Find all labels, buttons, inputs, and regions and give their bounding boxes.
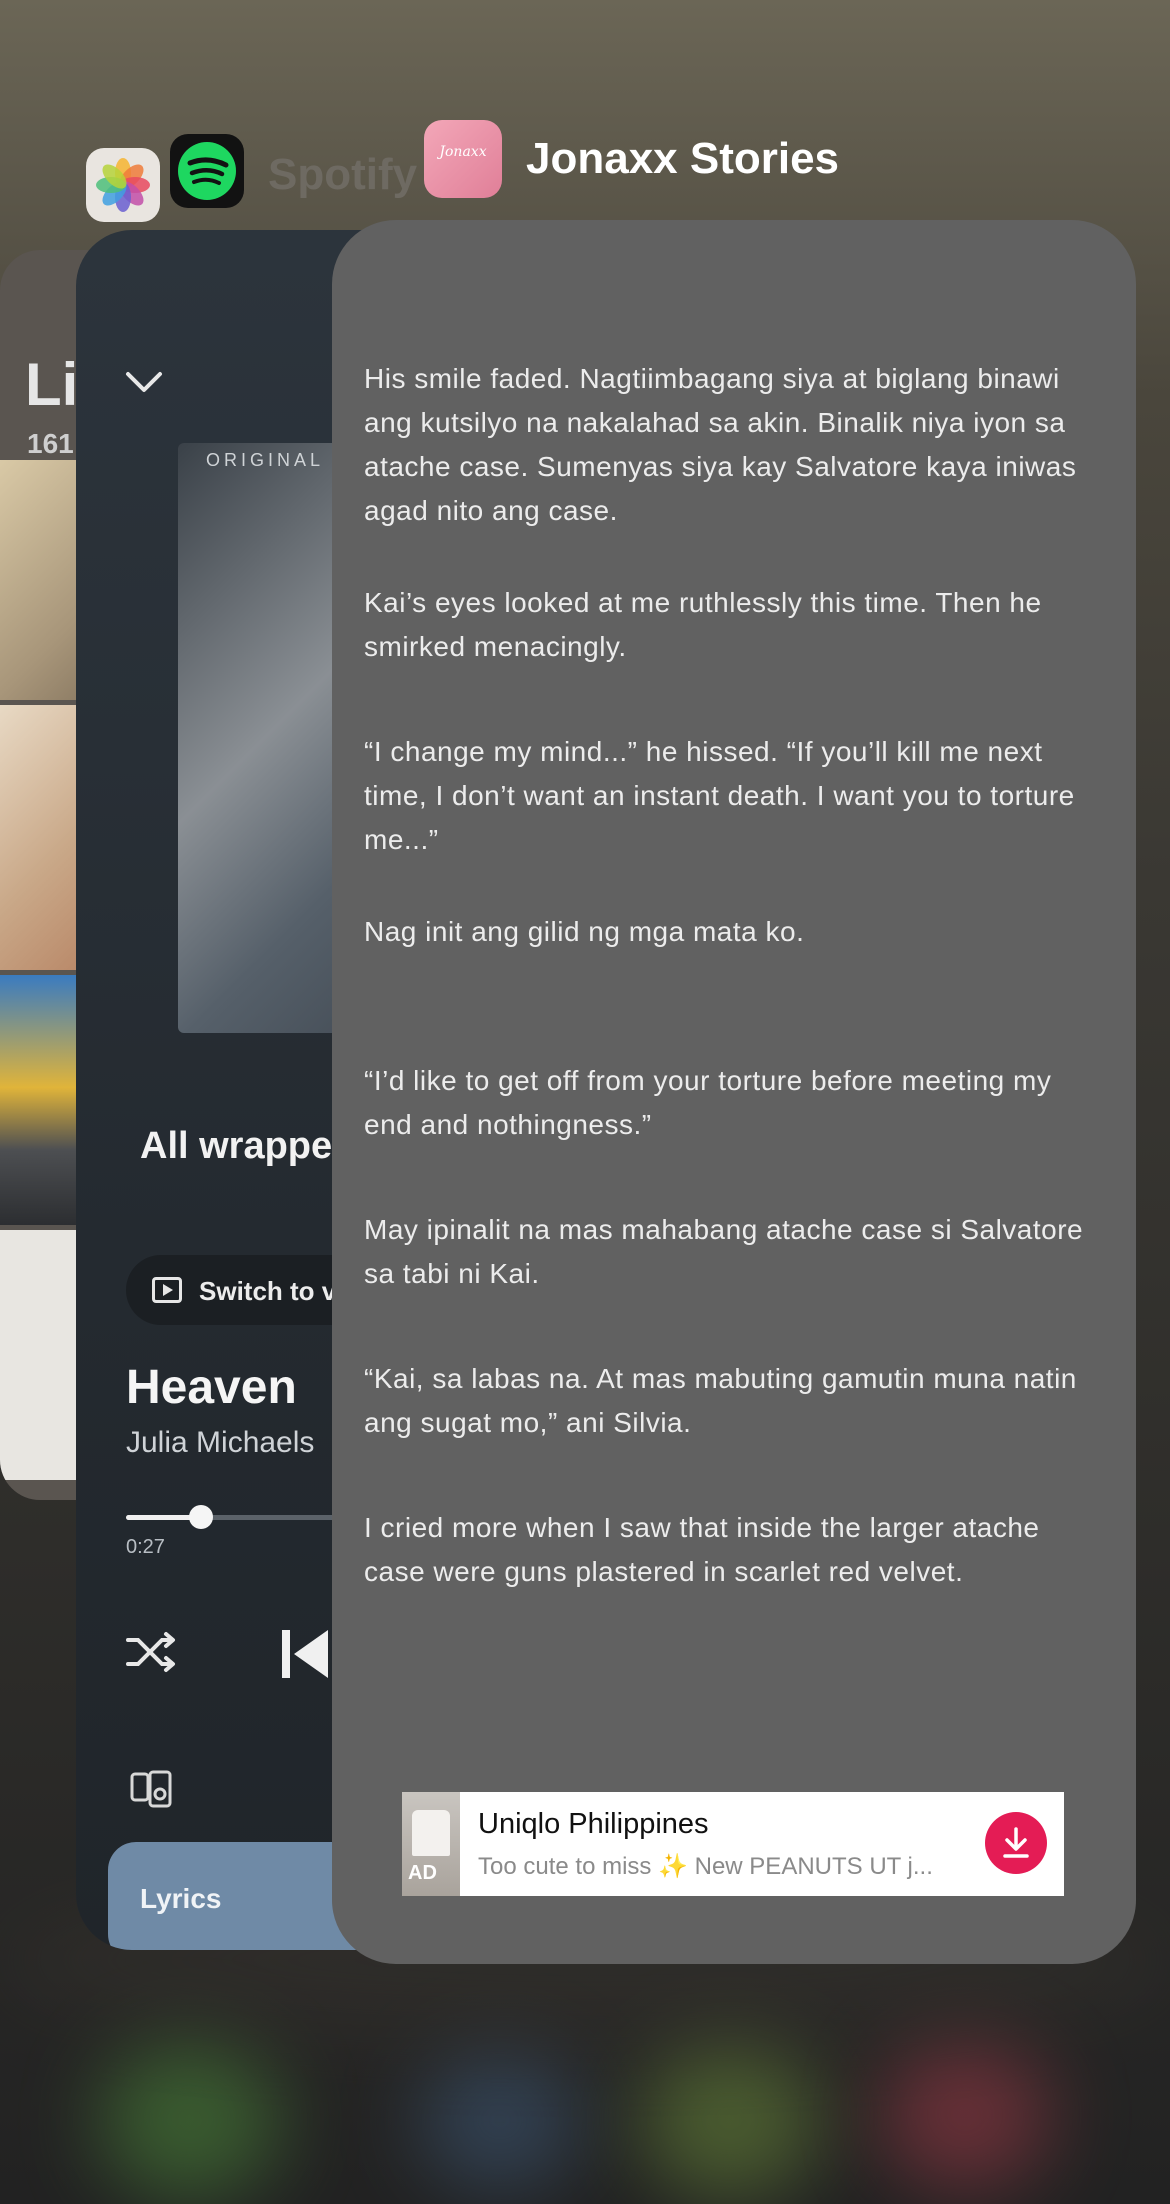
photos-flower-glyph xyxy=(96,158,150,212)
story-paragraph: Kai’s eyes looked at me ruthlessly this … xyxy=(364,587,1042,662)
album-art-label: ORIGINAL xyxy=(206,450,325,470)
story-paragraph: “I change my mind...” he hissed. “If you… xyxy=(364,736,1075,855)
progress-knob[interactable] xyxy=(189,1505,213,1529)
download-icon xyxy=(1003,1827,1029,1858)
ad-tag: AD xyxy=(408,1862,437,1884)
photos-album-title: Li xyxy=(25,351,79,418)
elapsed-time: 0:27 xyxy=(126,1536,165,1558)
track-artist[interactable]: Julia Michaels xyxy=(126,1426,314,1460)
spotify-logo-glyph xyxy=(178,142,236,200)
track-title: Heaven xyxy=(126,1361,297,1414)
ad-thumbnail: AD xyxy=(402,1792,460,1896)
lyrics-label: Lyrics xyxy=(140,1883,222,1914)
spotify-app-label: Spotify xyxy=(268,150,418,199)
story-paragraph: I cried more when I saw that inside the … xyxy=(364,1512,1040,1587)
story-paragraph: “I’d like to get off from your torture b… xyxy=(364,1065,1052,1140)
video-icon xyxy=(152,1277,182,1303)
jonaxx-stories-app-card[interactable]: His smile faded. Nagtiimbagang siya at b… xyxy=(332,220,1136,1964)
story-paragraph: May ipinalit na mas mahabang atache case… xyxy=(364,1214,1084,1289)
ad-banner[interactable]: AD Uniqlo Philippines Too cute to miss ✨… xyxy=(402,1792,1064,1896)
photos-album-count: 161 xyxy=(27,428,74,459)
ad-download-button[interactable] xyxy=(985,1812,1047,1874)
jonaxx-app-label: Jonaxx Stories xyxy=(526,134,840,183)
now-playing-title: All wrappe xyxy=(140,1125,333,1167)
photos-icon[interactable] xyxy=(86,148,160,222)
skip-previous-icon[interactable] xyxy=(280,1628,330,1680)
switch-to-video-label: Switch to v xyxy=(199,1276,337,1306)
connect-device-icon[interactable] xyxy=(130,1770,172,1808)
shuffle-icon[interactable] xyxy=(126,1630,178,1674)
tshirt-image xyxy=(412,1810,450,1856)
chevron-down-icon[interactable] xyxy=(124,362,164,402)
ad-subtitle: Too cute to miss ✨ New PEANUTS UT j... xyxy=(478,1853,933,1880)
ad-title: Uniqlo Philippines xyxy=(478,1808,709,1840)
jonaxx-icon[interactable]: Jonaxx xyxy=(424,120,502,198)
spotify-icon[interactable] xyxy=(170,134,244,208)
story-paragraph: His smile faded. Nagtiimbagang siya at b… xyxy=(364,363,1077,526)
jonaxx-icon-text: Jonaxx xyxy=(439,144,487,160)
story-paragraph: “Kai, sa labas na. At mas mabuting gamut… xyxy=(364,1363,1077,1438)
story-paragraph: Nag init ang gilid ng mga mata ko. xyxy=(364,916,805,947)
